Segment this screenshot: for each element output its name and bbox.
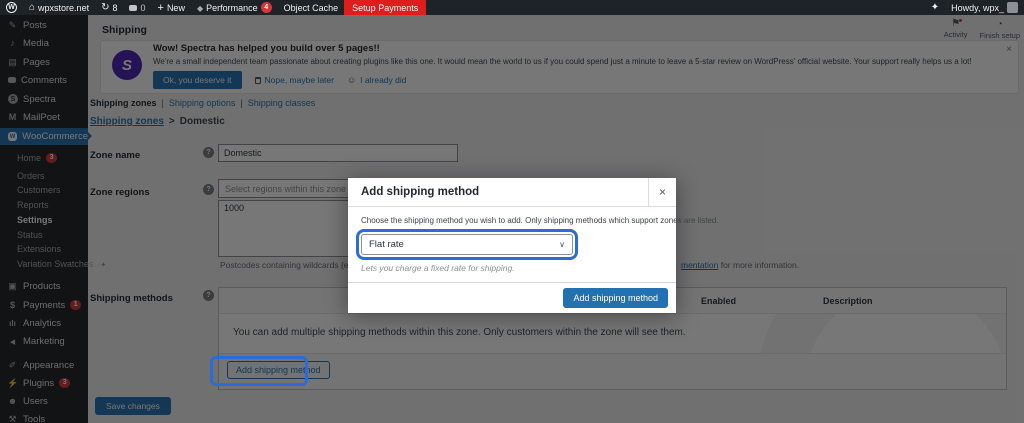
setup-payments-button[interactable]: Setup Payments	[344, 0, 427, 15]
site-name-link[interactable]: wpxstore.net	[23, 0, 95, 15]
shipping-method-select[interactable]: Flat rate	[356, 229, 578, 260]
performance-icon	[197, 3, 203, 13]
site-name-label: wpxstore.net	[38, 2, 90, 13]
modal-description: Choose the shipping method you wish to a…	[361, 216, 719, 225]
modal-close-icon[interactable]: ×	[648, 177, 676, 207]
selection-highlight-ring	[210, 356, 308, 386]
comments-count: 0	[140, 2, 146, 13]
modal-title: Add shipping method	[361, 186, 480, 198]
object-cache-button[interactable]: Object Cache	[278, 0, 345, 15]
comments-button[interactable]: 0	[123, 0, 151, 15]
updates-count: 8	[112, 2, 118, 13]
method-description: Lets you charge a fixed rate for shippin…	[361, 263, 515, 273]
updates-button[interactable]: 8	[95, 0, 123, 15]
wordpress-admin-screen: wpxstore.net 8 0 New Performance4 Object…	[0, 0, 1024, 423]
performance-badge: 4	[260, 2, 272, 13]
wordpress-menu-button[interactable]	[0, 0, 23, 15]
object-cache-label: Object Cache	[283, 2, 339, 13]
account-menu-button[interactable]: Howdy, wpx_	[945, 0, 1024, 15]
modal-add-shipping-method-button[interactable]: Add shipping method	[563, 288, 668, 308]
admin-bar: wpxstore.net 8 0 New Performance4 Object…	[0, 0, 1024, 15]
selected-method-label: Flat rate	[369, 239, 404, 250]
wordpress-logo-icon	[6, 2, 17, 13]
plus-icon	[158, 2, 164, 14]
chevron-down-icon	[559, 239, 565, 250]
new-content-button[interactable]: New	[152, 0, 191, 15]
modal-header: Add shipping method ×	[348, 177, 676, 207]
new-label: New	[166, 2, 185, 13]
modal-body: Choose the shipping method you wish to a…	[348, 207, 719, 273]
sparkle-icon	[931, 2, 939, 13]
performance-label: Performance	[206, 2, 258, 13]
comments-icon	[129, 4, 138, 11]
updates-icon	[101, 2, 109, 13]
setup-payments-label: Setup Payments	[352, 2, 419, 13]
add-shipping-method-modal: Add shipping method × Choose the shippin…	[348, 177, 719, 313]
avatar	[1007, 2, 1018, 13]
ai-assistant-button[interactable]	[925, 0, 945, 15]
modal-footer: Add shipping method	[348, 282, 676, 313]
home-icon	[29, 2, 35, 13]
performance-menu-button[interactable]: Performance4	[191, 0, 278, 15]
howdy-label: Howdy, wpx_	[951, 2, 1004, 13]
